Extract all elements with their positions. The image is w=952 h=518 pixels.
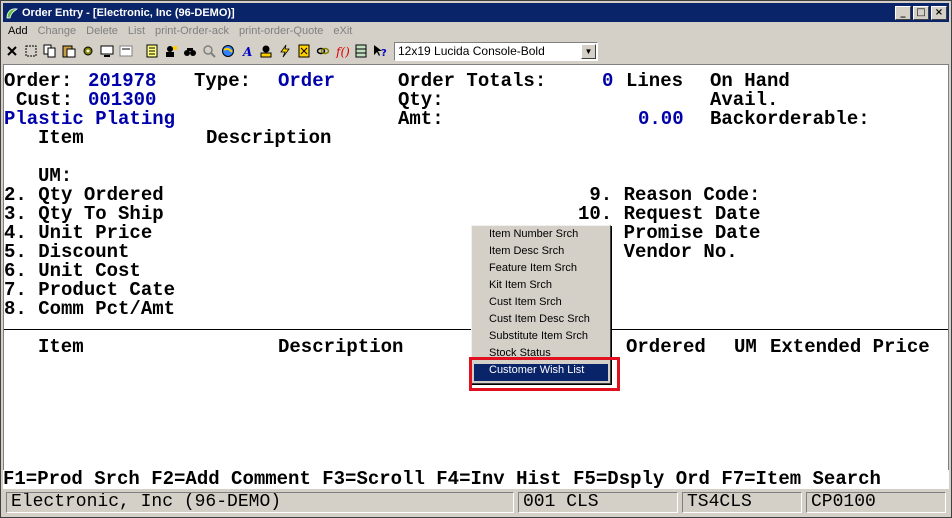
function-key-bar: F1=Prod Srch F2=Add Comment F3=Scroll F4…: [3, 470, 949, 489]
col-header-um: UM: [734, 336, 757, 358]
lightning-icon[interactable]: [276, 42, 294, 60]
globe-icon[interactable]: [219, 42, 237, 60]
field-comm-pct-amt: 8. Comm Pct/Amt: [4, 298, 176, 320]
paste-icon[interactable]: [60, 42, 78, 60]
status-bar: Electronic, Inc (96-DEMO) 001 CLS TS4CLS…: [3, 491, 949, 515]
calculator-icon[interactable]: [295, 42, 313, 60]
zoom-icon[interactable]: [200, 42, 218, 60]
lines-count: 0: [602, 70, 614, 92]
svg-text:?: ?: [381, 48, 387, 58]
maximize-button[interactable]: □: [913, 5, 929, 20]
amt-value: 0.00: [638, 108, 684, 130]
select-icon[interactable]: [22, 42, 40, 60]
font-select-value: 12x19 Lucida Console-Bold: [398, 44, 545, 58]
menu-change[interactable]: Change: [33, 23, 82, 40]
table-icon[interactable]: [352, 42, 370, 60]
close-button[interactable]: ×: [931, 5, 947, 20]
type-value: Order: [278, 70, 336, 92]
col-header-description: Description: [278, 336, 404, 358]
menu-item-cust-item-desc-srch[interactable]: Cust Item Desc Srch: [472, 313, 610, 330]
link-icon[interactable]: [314, 42, 332, 60]
description-label: Description: [206, 127, 332, 149]
contact-icon[interactable]: [257, 42, 275, 60]
function-keys-text: F1=Prod Srch F2=Add Comment F3=Scroll F4…: [3, 470, 881, 489]
menu-print-order-quote[interactable]: print-order-Quote: [234, 23, 328, 40]
menu-item-substitute-item-srch[interactable]: Substitute Item Srch: [472, 330, 610, 347]
menu-delete[interactable]: Delete: [81, 23, 123, 40]
status-company: Electronic, Inc (96-DEMO): [6, 492, 514, 513]
menu-add[interactable]: Add: [3, 23, 33, 40]
order-entry-window: Order Entry - [Electronic, Inc (96-DEMO)…: [0, 0, 952, 518]
properties-icon[interactable]: [117, 42, 135, 60]
settings-icon[interactable]: [79, 42, 97, 60]
function-icon[interactable]: f(): [333, 42, 351, 60]
status-location: 001 CLS: [518, 492, 678, 513]
col-header-extended-price: Extended Price: [770, 336, 930, 358]
menu-item-item-number-srch[interactable]: Item Number Srch: [472, 228, 610, 245]
chevron-down-icon[interactable]: ▼: [581, 43, 596, 59]
title-bar[interactable]: Order Entry - [Electronic, Inc (96-DEMO)…: [3, 3, 949, 22]
svg-text:f(): f(): [335, 45, 349, 58]
col-header-ordered: Ordered: [626, 336, 706, 358]
minimize-button[interactable]: _: [895, 5, 911, 20]
item-label: Item: [38, 127, 84, 149]
menu-bar: Add Change Delete List print-Order-ack p…: [3, 23, 357, 40]
toolbar: A f() ? 12x19 Lucida Console-Bold ▼: [3, 40, 949, 62]
copy-icon[interactable]: [41, 42, 59, 60]
menu-list[interactable]: List: [123, 23, 150, 40]
menu-item-kit-item-srch[interactable]: Kit Item Srch: [472, 279, 610, 296]
menu-item-cust-item-srch[interactable]: Cust Item Srch: [472, 296, 610, 313]
font-select[interactable]: 12x19 Lucida Console-Bold ▼: [394, 41, 598, 61]
app-icon: [5, 6, 19, 20]
col-header-item: Item: [38, 336, 84, 358]
cut-icon[interactable]: [3, 42, 21, 60]
screen-icon[interactable]: [98, 42, 116, 60]
menu-exit[interactable]: eXit: [328, 23, 357, 40]
toolbar-separator: [136, 42, 142, 60]
user-icon[interactable]: [162, 42, 180, 60]
svg-text:A: A: [242, 45, 252, 58]
help-pointer-icon[interactable]: ?: [371, 42, 389, 60]
font-icon[interactable]: A: [238, 42, 256, 60]
find-icon[interactable]: [181, 42, 199, 60]
company-name: Plastic Plating: [4, 108, 176, 130]
type-label: Type:: [194, 70, 252, 92]
backorderable-label: Backorderable:: [710, 108, 870, 130]
status-program: CP0100: [806, 492, 946, 513]
menu-print-order-ack[interactable]: print-Order-ack: [150, 23, 234, 40]
menu-item-feature-item-srch[interactable]: Feature Item Srch: [472, 262, 610, 279]
amt-label: Amt:: [398, 108, 444, 130]
menu-item-item-desc-srch[interactable]: Item Desc Srch: [472, 245, 610, 262]
highlight-box: [469, 357, 620, 391]
status-terminal: TS4CLS: [682, 492, 802, 513]
lines-label: Lines: [626, 70, 684, 92]
window-title: Order Entry - [Electronic, Inc (96-DEMO)…: [22, 6, 235, 19]
notes-icon[interactable]: [143, 42, 161, 60]
